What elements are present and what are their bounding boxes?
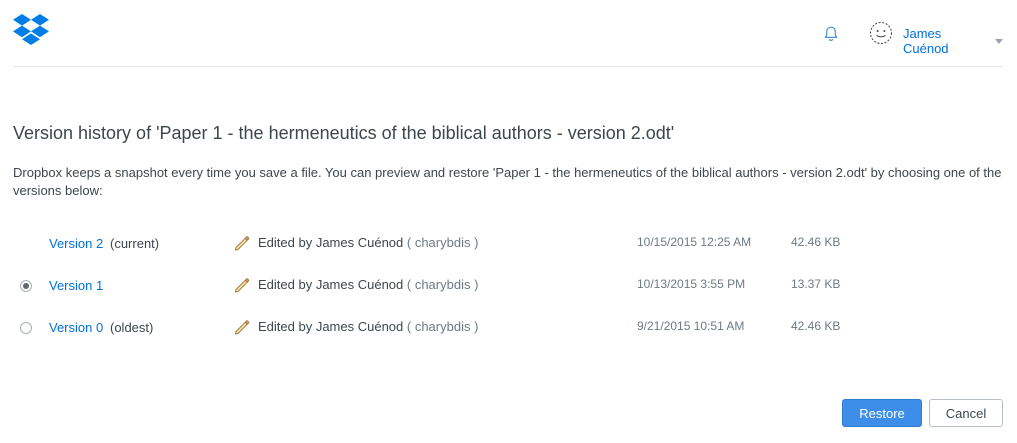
version-link[interactable]: Version 2 — [49, 236, 103, 251]
editor-info: Edited by James Cuénod ( charybdis ) — [258, 277, 478, 292]
chevron-down-icon[interactable] — [995, 38, 1003, 44]
editor-name: Edited by James Cuénod — [258, 235, 404, 250]
version-link[interactable]: Version 0 — [49, 320, 103, 335]
avatar[interactable] — [869, 21, 893, 45]
version-row: Version 2 (current) Edited by James Cuén… — [0, 233, 1017, 257]
pencil-icon — [234, 236, 250, 251]
dropbox-logo-icon[interactable] — [13, 14, 49, 46]
editor-info: Edited by James Cuénod ( charybdis ) — [258, 235, 478, 250]
version-tag: (current) — [110, 236, 160, 251]
device-name: ( charybdis ) — [406, 319, 479, 334]
version-radio[interactable] — [20, 280, 32, 292]
version-link[interactable]: Version 1 — [49, 278, 103, 293]
version-date: 9/21/2015 10:51 AM — [637, 319, 745, 333]
version-size: 13.37 KB — [791, 277, 841, 291]
user-name[interactable]: James Cuénod — [903, 26, 989, 56]
top-header: James Cuénod — [13, 0, 1003, 67]
pencil-icon — [234, 320, 250, 335]
version-size: 42.46 KB — [791, 319, 841, 333]
version-date: 10/15/2015 12:25 AM — [637, 235, 752, 249]
version-tag: (oldest) — [110, 320, 154, 335]
editor-info: Edited by James Cuénod ( charybdis ) — [258, 319, 478, 334]
device-name: ( charybdis ) — [406, 277, 479, 292]
device-name: ( charybdis ) — [406, 235, 479, 250]
version-row: Version 0 (oldest) Edited by James Cuéno… — [0, 317, 1017, 341]
user-menu[interactable]: James Cuénod — [903, 26, 1003, 56]
restore-button[interactable]: Restore — [842, 399, 922, 427]
page-title: Version history of 'Paper 1 - the hermen… — [13, 123, 675, 143]
cancel-button[interactable]: Cancel — [929, 399, 1003, 427]
pencil-icon — [234, 278, 250, 293]
version-radio[interactable] — [20, 322, 32, 334]
bell-icon[interactable] — [822, 25, 840, 43]
editor-name: Edited by James Cuénod — [258, 277, 404, 292]
version-date: 10/13/2015 3:55 PM — [637, 277, 746, 291]
page-description: Dropbox keeps a snapshot every time you … — [13, 165, 1002, 198]
version-size: 42.46 KB — [791, 235, 841, 249]
version-row: Version 1 Edited by James Cuénod ( chary… — [0, 275, 1017, 299]
editor-name: Edited by James Cuénod — [258, 319, 404, 334]
